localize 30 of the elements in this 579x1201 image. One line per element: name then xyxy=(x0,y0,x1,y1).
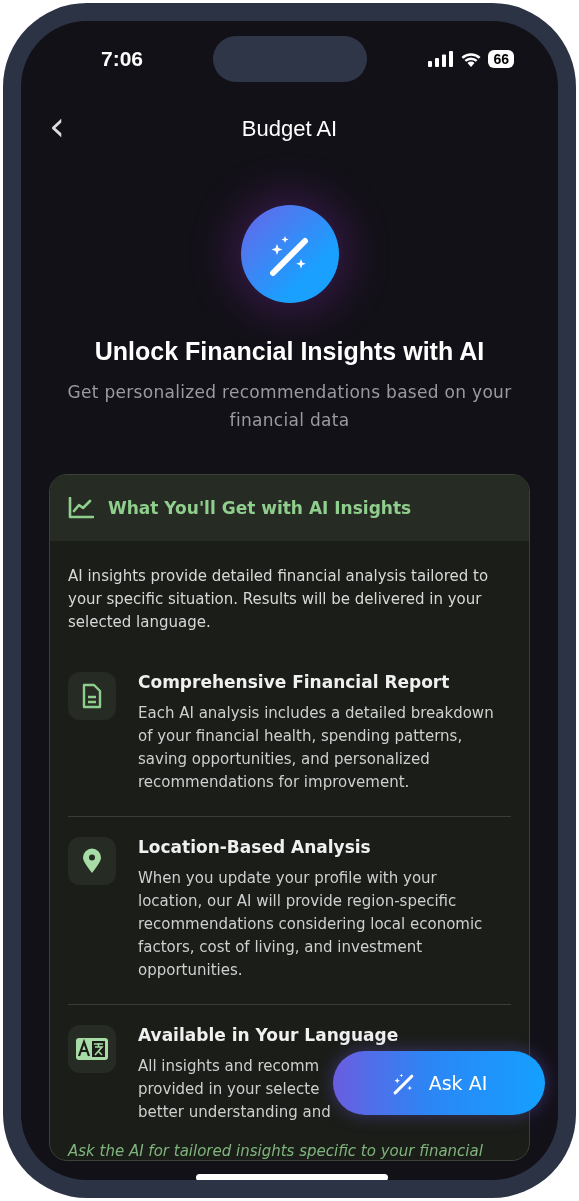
battery-indicator: 66 xyxy=(488,50,514,68)
card-title: What You'll Get with AI Insights xyxy=(108,498,412,518)
feature-title: Available in Your Language xyxy=(138,1025,399,1045)
feature-description: Each AI analysis includes a detailed breakdown xyxy=(138,703,494,724)
feature-description: opportunities. xyxy=(138,960,243,981)
signal-icon xyxy=(428,51,455,67)
translate-icon xyxy=(76,1038,108,1060)
map-pin-icon xyxy=(82,848,102,874)
feature-title: Location-Based Analysis xyxy=(138,837,372,857)
feature-description: recommendations for improvement. xyxy=(138,772,410,793)
feature-description: All insights and recomm xyxy=(138,1056,320,1077)
line-chart-icon xyxy=(68,497,94,519)
footer-note: Ask the AI for tailored insights specific to your financial xyxy=(68,1142,484,1160)
card-intro: AI insights provide detailed financial analysis tailored to your specific situation. Results will be delivered in your selected language. xyxy=(68,566,490,633)
feature-description: recommendations considering local economic xyxy=(138,914,483,935)
feature-description: factors, cost of living, and investment xyxy=(138,937,423,958)
feature-description: saving opportunities, and personalized xyxy=(138,749,430,770)
page-title: Budget AI xyxy=(241,116,338,142)
hero-title: Unlock Financial Insights with AI xyxy=(94,337,485,366)
feature-description: provided in your selecte xyxy=(138,1079,320,1100)
status-time: 7:06 xyxy=(101,47,145,71)
hero-subtitle: Get personalized recommendations based on your financial data xyxy=(66,381,513,432)
wifi-icon xyxy=(460,51,483,67)
feature-title: Comprehensive Financial Report xyxy=(138,672,451,692)
back-button[interactable]: ‹ xyxy=(43,106,71,152)
feature-description: better understanding and xyxy=(138,1102,331,1123)
document-icon xyxy=(82,683,102,709)
feature-description: When you update your profile with your xyxy=(138,868,437,889)
feature-description: location, our AI will provide region-specific xyxy=(138,891,457,912)
feature-description: of your financial health, spending patterns, xyxy=(138,726,463,747)
